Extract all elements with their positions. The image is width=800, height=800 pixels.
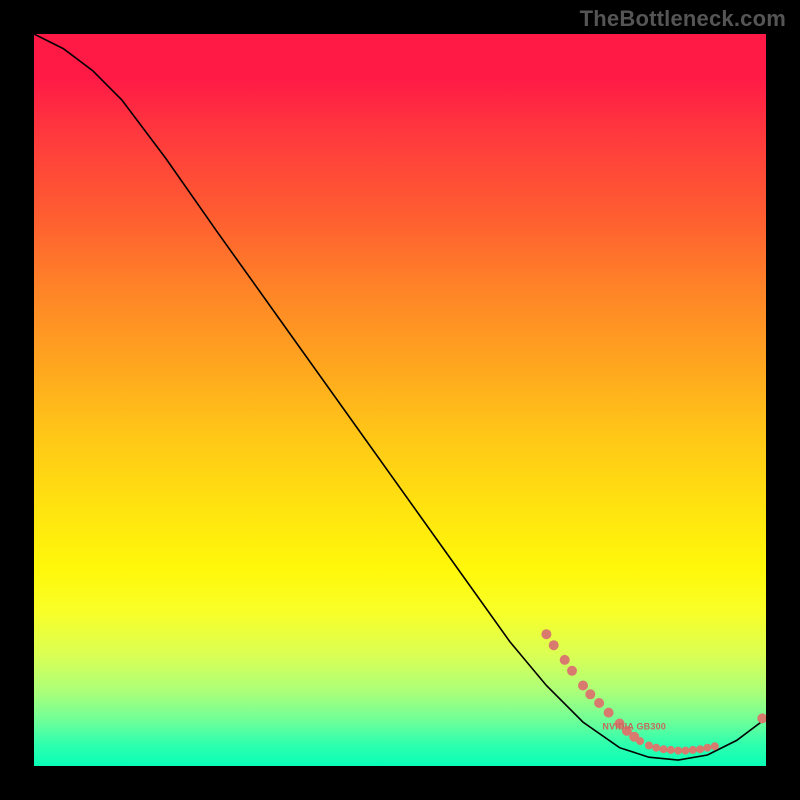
bottleneck-curve bbox=[34, 34, 766, 760]
data-point bbox=[757, 713, 766, 723]
data-point bbox=[567, 666, 577, 676]
chart-frame: TheBottleneck.com NVIDIA GB300 bbox=[0, 0, 800, 800]
data-point bbox=[667, 746, 675, 754]
data-point bbox=[711, 742, 719, 750]
data-point bbox=[645, 742, 653, 750]
watermark-text: TheBottleneck.com bbox=[580, 6, 786, 32]
data-point bbox=[549, 640, 559, 650]
data-point bbox=[578, 681, 588, 691]
data-point bbox=[636, 737, 644, 745]
plot-area: NVIDIA GB300 bbox=[34, 34, 766, 766]
data-point bbox=[660, 745, 668, 753]
data-point bbox=[703, 744, 711, 752]
data-point bbox=[696, 745, 704, 753]
data-point bbox=[594, 698, 604, 708]
data-point bbox=[604, 708, 614, 718]
data-point bbox=[541, 629, 551, 639]
data-point bbox=[689, 746, 697, 754]
data-point bbox=[560, 655, 570, 665]
data-point bbox=[682, 747, 690, 755]
series-label: NVIDIA GB300 bbox=[602, 721, 666, 731]
data-point bbox=[674, 747, 682, 755]
data-point bbox=[652, 744, 660, 752]
curve-layer: NVIDIA GB300 bbox=[34, 34, 766, 766]
data-point bbox=[585, 689, 595, 699]
